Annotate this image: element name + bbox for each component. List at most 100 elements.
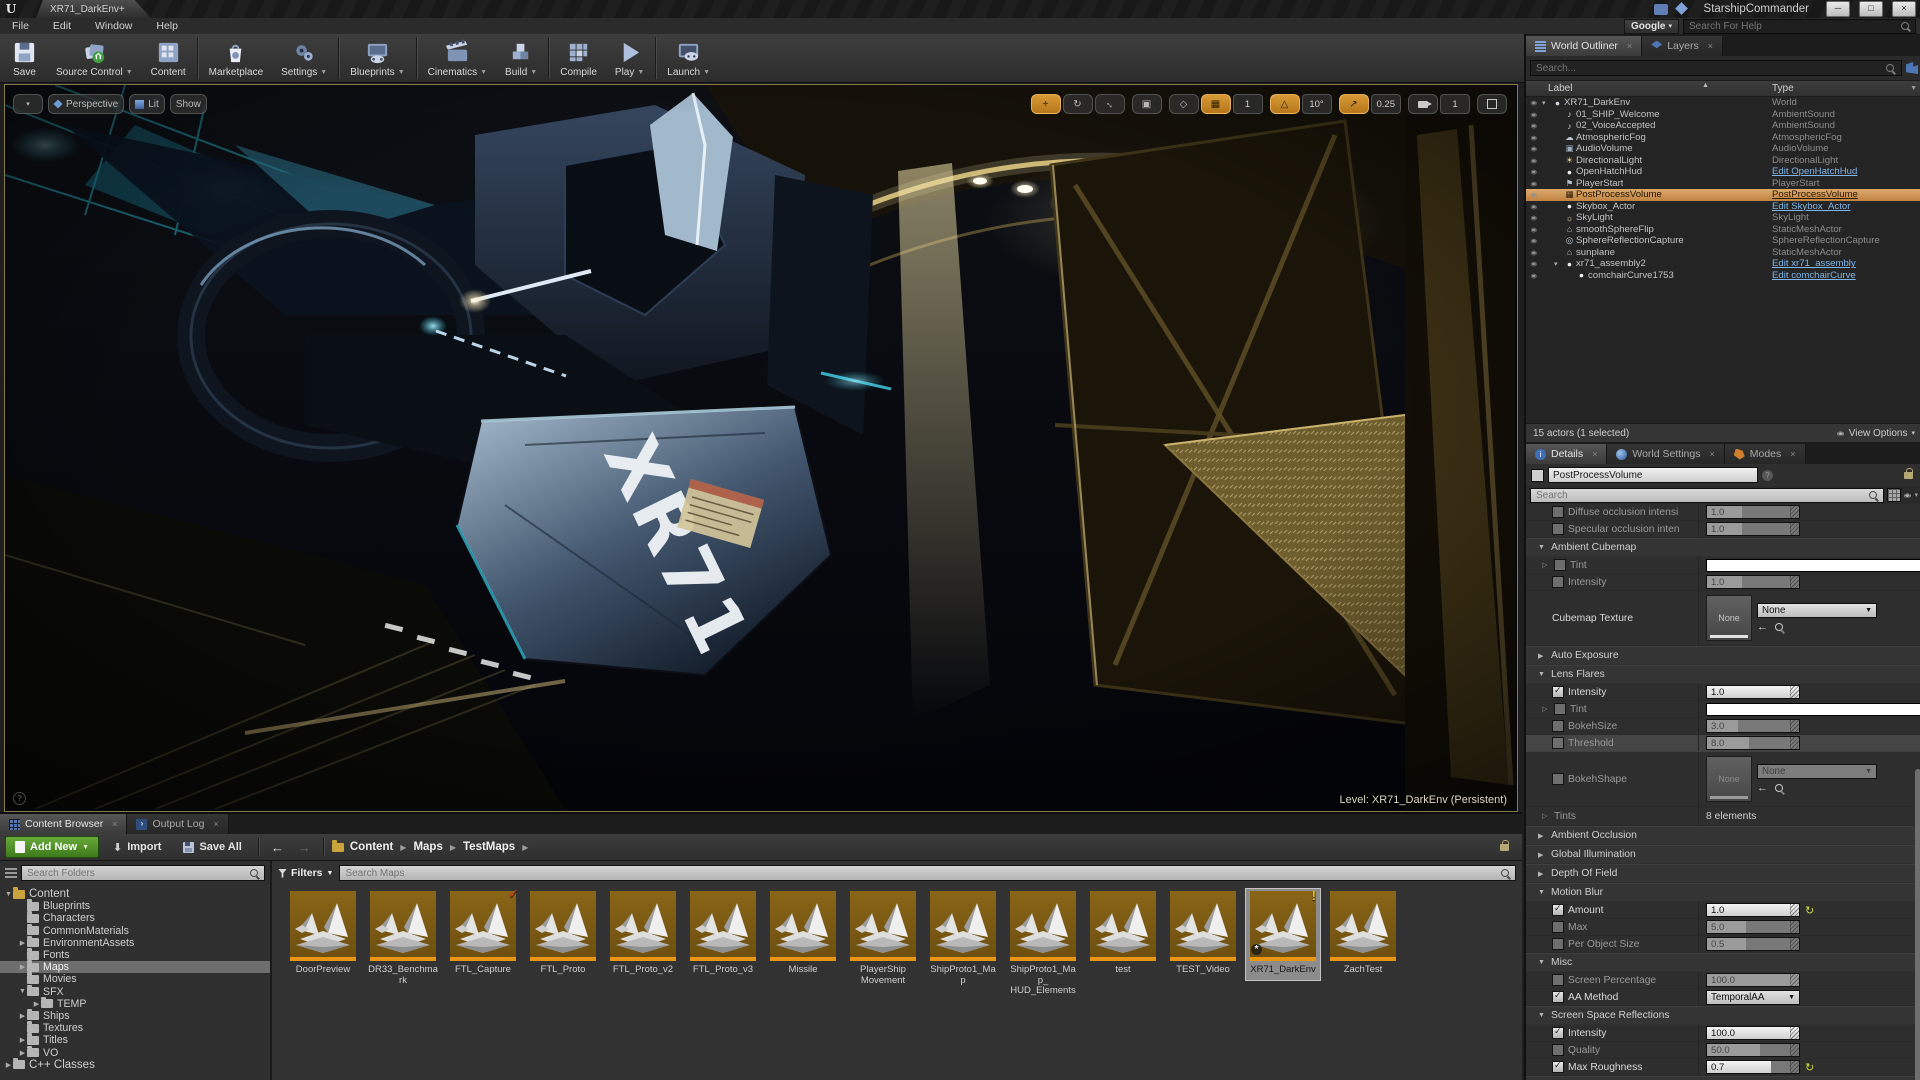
expander-icon[interactable]: ▶	[18, 963, 27, 971]
cinematics-button[interactable]: Cinematics▼	[419, 34, 496, 82]
section-expander-icon[interactable]: ▼	[1538, 671, 1547, 678]
menu-item-window[interactable]: Window	[83, 18, 144, 34]
outliner-row[interactable]: ◉ ▾ ● xr71_assembly2 Edit xr71_assembly	[1526, 258, 1920, 270]
details-row[interactable]: ▼ Screen Space Reflections	[1526, 1006, 1920, 1025]
save-all-button[interactable]: Save All	[175, 837, 249, 857]
import-button[interactable]: ⬇ Import	[105, 837, 169, 857]
viewport-help-icon[interactable]: ?	[13, 792, 26, 805]
maximize-viewport-button[interactable]	[1477, 94, 1507, 114]
scale-snap-value[interactable]: 0.25	[1371, 94, 1402, 114]
numeric-field[interactable]: 0.5	[1706, 937, 1800, 951]
details-row[interactable]: ▷ Tint	[1526, 701, 1920, 718]
numeric-field[interactable]: 1.0	[1706, 575, 1800, 589]
viewport[interactable]: XR71 ▾ Perspective Lit	[4, 84, 1518, 812]
override-checkbox[interactable]	[1552, 1027, 1564, 1039]
coordinate-system-button[interactable]: ▣	[1132, 94, 1162, 114]
override-checkbox[interactable]	[1552, 737, 1564, 749]
details-view-options-icon[interactable]: ◉	[1904, 492, 1912, 499]
search-folders-input[interactable]	[21, 865, 265, 881]
numeric-field[interactable]: 1.0	[1706, 685, 1800, 699]
sources-toggle-icon[interactable]	[5, 868, 17, 878]
level-tab[interactable]: XR71_DarkEnv+	[36, 0, 151, 18]
rotation-snap-value[interactable]: 10°	[1302, 94, 1332, 114]
folder-tree-item-temp[interactable]: ▶ TEMP	[0, 998, 270, 1010]
grid-snap-value[interactable]: 1	[1233, 94, 1263, 114]
tab-world-settings[interactable]: World Settings×	[1607, 444, 1724, 464]
section-expander-icon[interactable]: ▼	[1538, 544, 1547, 551]
override-checkbox[interactable]	[1552, 1061, 1564, 1073]
visibility-eye-icon[interactable]: ◉	[1526, 123, 1542, 129]
override-checkbox[interactable]	[1552, 991, 1564, 1003]
expander-icon[interactable]: ▶	[18, 1049, 27, 1057]
folder-tree-item-maps[interactable]: ▶ Maps	[0, 961, 270, 973]
details-row[interactable]: ▷ Tint	[1526, 557, 1920, 574]
asset-tile-xr71-darkenv[interactable]: ✓ ! * XR71_DarkEnv	[1246, 889, 1320, 980]
details-row[interactable]: Max 5.0	[1526, 919, 1920, 936]
expander-icon[interactable]: ▶	[18, 1036, 27, 1044]
outliner-row[interactable]: ◉ ▾ ● XR71_DarkEnv World	[1526, 97, 1920, 109]
marketplace-button[interactable]: Marketplace	[200, 34, 272, 82]
folder-tree-item-sfx[interactable]: ▼ SFX	[0, 986, 270, 998]
details-row[interactable]: Quality 50.0	[1526, 1042, 1920, 1059]
visibility-eye-icon[interactable]: ◉	[1526, 134, 1542, 140]
visibility-eye-icon[interactable]: ◉	[1526, 180, 1542, 186]
override-checkbox[interactable]	[1552, 523, 1564, 535]
details-row[interactable]: Specular occlusion inten 1.0	[1526, 521, 1920, 538]
details-row[interactable]: Intensity 1.0	[1526, 684, 1920, 701]
details-row[interactable]: ▶ Depth Of Field	[1526, 864, 1920, 883]
folder-tree-item-blueprints[interactable]: Blueprints	[0, 900, 270, 912]
details-row[interactable]: Cubemap Texture NoneNone▼←	[1526, 591, 1920, 646]
asset-tile-zachtest[interactable]: ✓ ! * ZachTest	[1326, 889, 1400, 980]
outliner-row[interactable]: ◉ ⌂ smoothSphereFlip StaticMeshActor	[1526, 224, 1920, 236]
details-row[interactable]: Amount 1.0↺	[1526, 902, 1920, 919]
source-control-button[interactable]: Source Control▼	[47, 34, 142, 82]
reset-to-default-icon[interactable]: ↺	[1805, 1061, 1814, 1074]
lit-mode-button[interactable]: Lit	[129, 94, 165, 114]
rotate-tool-button[interactable]: ↻	[1063, 94, 1093, 114]
folder-tree-item-environmentassets[interactable]: ▶ EnvironmentAssets	[0, 937, 270, 949]
expander-icon[interactable]: ▶	[4, 1061, 13, 1069]
details-row[interactable]: Intensity 1.0	[1526, 574, 1920, 591]
dropdown-select[interactable]: TemporalAA▼	[1706, 990, 1800, 1005]
visibility-eye-icon[interactable]: ◉	[1526, 238, 1542, 244]
browse-icon[interactable]	[1775, 784, 1783, 792]
override-checkbox[interactable]	[1552, 720, 1564, 732]
details-row[interactable]: ▼ Misc	[1526, 953, 1920, 972]
feedback-bubble-icon[interactable]	[1654, 4, 1668, 15]
property-matrix-icon[interactable]	[1887, 488, 1901, 502]
expander-icon[interactable]: ▾	[1542, 99, 1551, 107]
browse-icon[interactable]	[1775, 623, 1783, 631]
expander-icon[interactable]: ▼	[4, 891, 13, 898]
breadcrumb-item-testmaps[interactable]: TestMaps	[463, 841, 515, 853]
expander-icon[interactable]: ▼	[18, 988, 27, 995]
help-search-input[interactable]	[1683, 19, 1916, 34]
override-checkbox[interactable]	[1552, 506, 1564, 518]
outliner-row[interactable]: ◉ ● Skybox_Actor Edit Skybox_Actor	[1526, 201, 1920, 213]
details-row[interactable]: BokehSize 3.0	[1526, 718, 1920, 735]
content-button[interactable]: Content	[142, 34, 195, 82]
asset-tile-ftl-proto-v2[interactable]: ✓ ! * FTL_Proto_v2	[606, 889, 680, 980]
outliner-row[interactable]: ◉ ☼ SkyLight SkyLight	[1526, 212, 1920, 224]
visibility-eye-icon[interactable]: ◉	[1526, 226, 1542, 232]
folder-tree-item-vo[interactable]: ▶ VO	[0, 1046, 270, 1058]
close-icon[interactable]: ×	[1790, 449, 1795, 459]
details-row[interactable]: ▶ Auto Exposure	[1526, 646, 1920, 665]
details-row[interactable]: ▼ Blendables	[1526, 1076, 1920, 1080]
override-checkbox[interactable]	[1554, 559, 1566, 571]
outliner-row[interactable]: ◉ ♪ 01_SHIP_Welcome AmbientSound	[1526, 109, 1920, 121]
section-expander-icon[interactable]: ▶	[1538, 652, 1547, 660]
lock-icon[interactable]	[1904, 472, 1913, 479]
save-button[interactable]: Save	[2, 34, 47, 82]
folder-tree-item-characters[interactable]: Characters	[0, 912, 270, 924]
scale-snap-button[interactable]: ↗	[1339, 94, 1369, 114]
details-row[interactable]: ▷ Tints 8 elements	[1526, 807, 1920, 826]
folder-tree-item-fonts[interactable]: Fonts	[0, 949, 270, 961]
open-folder-icon[interactable]	[332, 843, 344, 852]
show-flags-button[interactable]: Show	[170, 94, 207, 114]
details-row[interactable]: ▼ Motion Blur	[1526, 883, 1920, 902]
compile-button[interactable]: Compile	[551, 34, 606, 82]
search-engine-button[interactable]: Google ▾	[1624, 19, 1679, 34]
translate-tool-button[interactable]: +	[1031, 94, 1061, 114]
visibility-eye-icon[interactable]: ◉	[1526, 157, 1542, 163]
camera-speed-value[interactable]: 1	[1440, 94, 1470, 114]
